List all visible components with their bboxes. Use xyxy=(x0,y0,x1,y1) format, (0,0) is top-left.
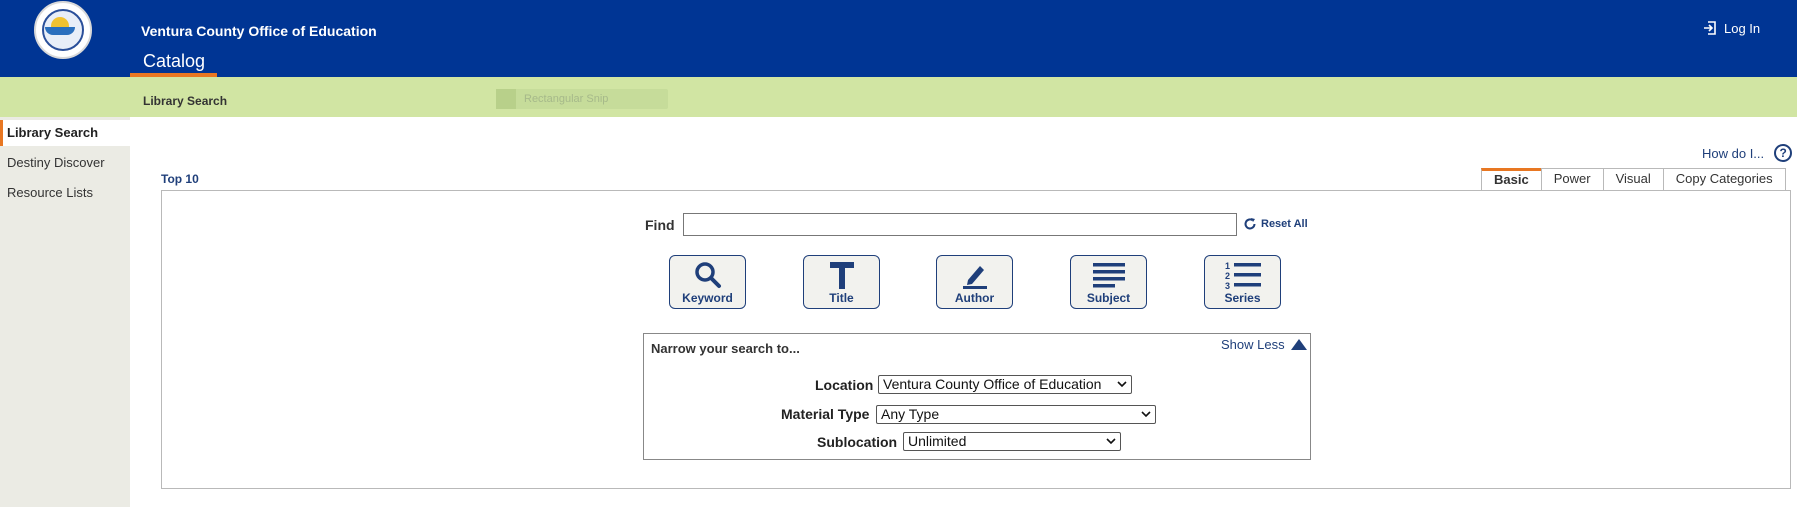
find-input[interactable] xyxy=(683,213,1237,236)
sidebar-item-resource-lists[interactable]: Resource Lists xyxy=(0,180,130,206)
reset-all-button[interactable]: Reset All xyxy=(1243,217,1308,231)
title-label: Title xyxy=(829,291,854,305)
sidebar-item-destiny-discover[interactable]: Destiny Discover xyxy=(0,150,130,176)
material-type-select[interactable]: Any Type xyxy=(876,405,1156,424)
lines-icon xyxy=(1092,263,1125,288)
site-title: Ventura County Office of Education xyxy=(141,23,377,39)
county-seal-logo[interactable] xyxy=(34,1,92,59)
show-less-toggle[interactable]: Show Less xyxy=(1221,337,1307,352)
page-section-title: Library Search xyxy=(143,94,228,108)
pen-icon xyxy=(962,266,987,289)
keyword-label: Keyword xyxy=(682,291,733,305)
location-select[interactable]: Ventura County Office of Education xyxy=(878,375,1132,394)
subject-label: Subject xyxy=(1086,291,1131,305)
snip-icon xyxy=(496,89,516,109)
location-label: Location xyxy=(815,377,874,393)
refresh-icon xyxy=(1244,218,1256,230)
sublocation-label: Sublocation xyxy=(817,434,898,450)
how-do-i-link[interactable]: How do I... ? xyxy=(1702,144,1793,162)
location-value: Ventura County Office of Education xyxy=(883,376,1102,392)
tab-basic[interactable]: Basic xyxy=(1481,168,1542,190)
narrow-search-title: Narrow your search to... xyxy=(651,341,800,356)
keyword-search-button[interactable]: Keyword xyxy=(669,255,746,309)
tab-visual[interactable]: Visual xyxy=(1602,168,1664,190)
login-label: Log In xyxy=(1724,20,1761,36)
tab-catalog-label: Catalog xyxy=(143,51,206,71)
search-icon xyxy=(694,262,721,288)
sublocation-value: Unlimited xyxy=(908,433,967,449)
snip-label: Rectangular Snip xyxy=(524,93,609,105)
subject-search-button[interactable]: Subject xyxy=(1070,255,1147,309)
help-icon: ? xyxy=(1774,144,1793,162)
numbered-list-icon: 1 2 3 xyxy=(1225,261,1261,290)
find-label: Find xyxy=(645,217,675,233)
sub-header-bar: Library Search Rectangular Snip xyxy=(0,77,1797,117)
material-type-label: Material Type xyxy=(781,406,870,422)
show-less-label: Show Less xyxy=(1221,337,1285,352)
search-mode-tabs: Basic Power Visual Copy Categories xyxy=(1481,168,1786,190)
seal-wave xyxy=(45,27,75,35)
author-search-button[interactable]: Author xyxy=(936,255,1013,309)
title-t-icon xyxy=(829,262,854,289)
snip-tool-overlay: Rectangular Snip xyxy=(496,89,668,109)
series-search-button[interactable]: 1 2 3 Series xyxy=(1204,255,1281,309)
svg-text:2: 2 xyxy=(1225,271,1230,281)
tab-copy-categories[interactable]: Copy Categories xyxy=(1662,168,1786,190)
reset-all-label: Reset All xyxy=(1261,218,1308,230)
sidebar: Library Search Destiny Discover Resource… xyxy=(0,117,130,507)
title-search-button[interactable]: Title xyxy=(803,255,880,309)
svg-text:1: 1 xyxy=(1225,261,1230,271)
tab-catalog[interactable]: Catalog xyxy=(130,51,217,77)
material-type-value: Any Type xyxy=(881,406,940,422)
chevron-down-icon xyxy=(1106,438,1116,445)
login-link[interactable]: Log In xyxy=(1702,20,1760,36)
how-do-i-label: How do I... xyxy=(1702,145,1765,161)
top-10-link[interactable]: Top 10 xyxy=(161,172,199,186)
series-label: Series xyxy=(1224,291,1261,305)
login-icon xyxy=(1704,21,1716,35)
tab-power[interactable]: Power xyxy=(1540,168,1604,190)
chevron-down-icon xyxy=(1117,381,1127,388)
top-header: Ventura County Office of Education Catal… xyxy=(0,0,1797,77)
svg-text:3: 3 xyxy=(1225,281,1230,290)
chevron-down-icon xyxy=(1141,411,1151,418)
sidebar-item-library-search[interactable]: Library Search xyxy=(0,120,130,146)
collapse-triangle-icon xyxy=(1290,339,1307,350)
author-label: Author xyxy=(954,291,995,305)
sublocation-select[interactable]: Unlimited xyxy=(903,432,1121,451)
